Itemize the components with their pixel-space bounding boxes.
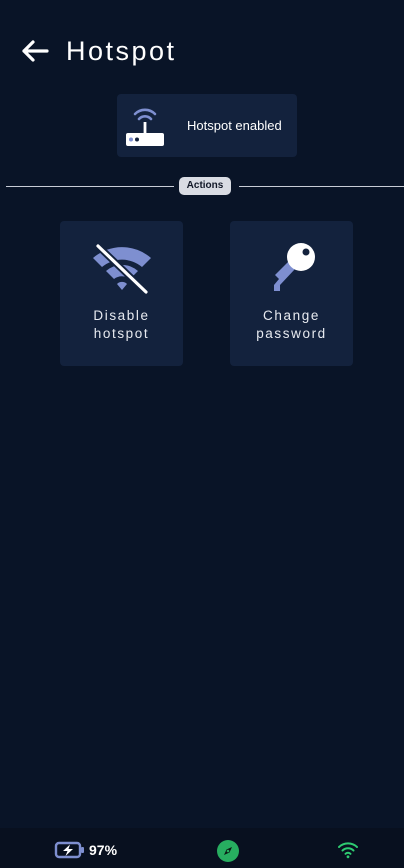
hotspot-status-text: Hotspot enabled — [187, 118, 282, 133]
back-button[interactable] — [20, 36, 50, 66]
section-label: Actions — [179, 177, 231, 195]
disable-hotspot-label-line2: hotspot — [93, 326, 150, 341]
page-title: Hotspot — [66, 36, 177, 66]
router-icon — [126, 108, 164, 146]
battery-percent: 97% — [89, 842, 118, 858]
change-password-label: Change password — [230, 307, 353, 343]
change-password-button[interactable]: Change password — [230, 221, 353, 366]
arrow-left-icon — [22, 40, 49, 62]
wifi-off-icon — [92, 242, 151, 296]
key-icon — [273, 243, 315, 291]
change-password-label-line2: password — [256, 326, 327, 341]
change-password-label-line1: Change — [263, 308, 320, 323]
compass-icon — [224, 847, 232, 855]
battery-charging-icon — [54, 841, 84, 859]
divider — [6, 186, 174, 187]
disable-hotspot-button[interactable]: Disable hotspot — [60, 221, 183, 366]
header: Hotspot — [0, 0, 404, 100]
disable-hotspot-label: Disable hotspot — [60, 307, 183, 343]
wifi-icon — [338, 842, 358, 859]
bottom-status-bar: 97% — [0, 828, 404, 868]
hotspot-status-card: Hotspot enabled — [117, 94, 297, 157]
divider — [239, 186, 404, 187]
disable-hotspot-label-line1: Disable — [93, 308, 150, 323]
compass-button[interactable] — [217, 840, 239, 862]
